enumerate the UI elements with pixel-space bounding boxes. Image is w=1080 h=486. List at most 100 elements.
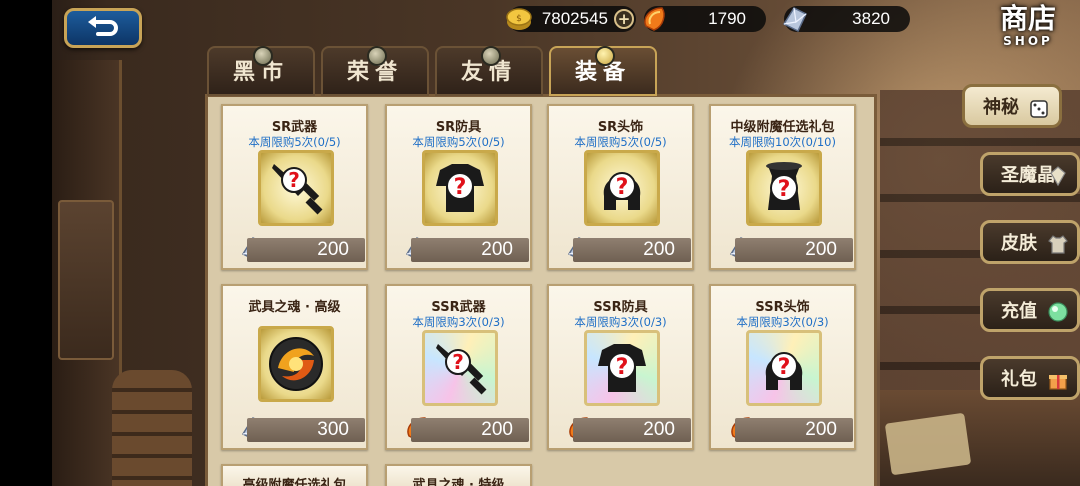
purchase-limit: 本周限购5次(0/5) — [412, 135, 505, 149]
item-name: 中级附魔任选礼包 — [730, 120, 835, 135]
price-value: 200 — [805, 239, 837, 260]
crystal-icon — [1050, 166, 1066, 187]
tab-knob-icon — [253, 46, 273, 66]
svg-text:?: ? — [454, 175, 467, 200]
item-frame: ? — [422, 150, 498, 226]
shop-title-cn: 商店 — [999, 2, 1056, 35]
soul-orb-icon — [269, 337, 323, 391]
side-menu-label: 皮肤 — [1001, 233, 1037, 254]
background-map — [884, 412, 972, 476]
tab-honor[interactable]: 荣誉 — [321, 46, 429, 96]
svg-text:?: ? — [288, 168, 300, 192]
item-frame: ? — [422, 330, 498, 406]
tab-knob-icon — [481, 46, 501, 66]
price-value: 200 — [481, 419, 513, 440]
armor-mystery-icon: ? — [436, 164, 484, 212]
item-name: SSR防具 — [593, 300, 648, 315]
svg-text:?: ? — [778, 355, 791, 380]
background-barrel — [112, 370, 192, 486]
item-name: 武具之魂 · 高级 — [248, 300, 341, 315]
helmet-mystery-icon: ? — [603, 172, 641, 210]
purchase-limit: 本周限购3次(0/3) — [574, 315, 667, 329]
side-menu-skin[interactable]: 皮肤 — [980, 220, 1080, 264]
price-value: 200 — [317, 239, 349, 260]
price-button[interactable]: 200 — [573, 238, 691, 262]
price-button[interactable]: 200 — [247, 238, 365, 262]
price-value: 200 — [643, 419, 675, 440]
item-name: SSR武器 — [431, 300, 486, 315]
purchase-limit: 本周限购5次(0/5) — [574, 135, 667, 149]
tab-friendship[interactable]: 友情 — [435, 46, 543, 96]
item-name: SR头饰 — [597, 120, 644, 135]
crystal-gem-icon — [782, 7, 807, 33]
shop-item-card[interactable]: 高级附魔任选礼包 — [221, 464, 368, 486]
price-value: 200 — [481, 239, 513, 260]
tab-knob-icon — [367, 46, 387, 66]
shop-item-card[interactable]: 中级附魔任选礼包 本周限购10次(0/10) ? 200 — [709, 104, 856, 270]
price-button[interactable]: 200 — [735, 418, 853, 442]
shirt-icon — [1048, 235, 1068, 254]
svg-text:?: ? — [616, 175, 629, 200]
armor-mystery-icon: ? — [598, 344, 646, 392]
price-button[interactable]: 200 — [735, 238, 853, 262]
side-menu-mystery[interactable]: 神秘 — [962, 84, 1062, 128]
helmet-mystery-icon: ? — [765, 352, 803, 390]
item-frame — [258, 326, 334, 402]
shop-item-card[interactable]: SSR头饰 本周限购3次(0/3) ? 200 — [709, 284, 856, 450]
shop-item-card[interactable]: SR头饰 本周限购5次(0/5) ? 200 — [547, 104, 694, 270]
item-name: SR防具 — [435, 120, 482, 135]
price-button[interactable]: 200 — [573, 418, 691, 442]
tab-black-market[interactable]: 黑市 — [207, 46, 315, 96]
return-arrow-icon — [88, 16, 118, 36]
item-frame: ? — [584, 150, 660, 226]
svg-text:?: ? — [616, 355, 629, 380]
shop-scene: $ 7802545 + 1790 3820 商店 SHOP 黑市 荣誉 友情 装… — [0, 0, 1080, 486]
ruby-gem-icon — [644, 7, 665, 31]
price-button[interactable]: 200 — [411, 418, 529, 442]
item-frame: ? — [746, 330, 822, 406]
price-button[interactable]: 300 — [247, 418, 365, 442]
shop-item-card[interactable]: SR防具 本周限购5次(0/5) ? 200 — [385, 104, 532, 270]
gold-coin-icon: $ — [506, 8, 532, 30]
tab-knob-icon — [595, 46, 615, 66]
item-name: SSR头饰 — [755, 300, 810, 315]
dice-icon — [1030, 100, 1048, 118]
side-menu-recharge[interactable]: 充值 — [980, 288, 1080, 332]
shop-item-card[interactable]: SSR防具 本周限购3次(0/3) ? 200 — [547, 284, 694, 450]
svg-text:$: $ — [516, 14, 522, 24]
item-frame: ? — [584, 330, 660, 406]
gift-icon — [1049, 375, 1067, 390]
crystal-display: 3820 — [782, 6, 910, 33]
side-menu-label: 礼包 — [1001, 369, 1037, 390]
price-value: 200 — [643, 239, 675, 260]
purchase-limit: 本周限购5次(0/5) — [248, 135, 341, 149]
shop-item-card[interactable]: SSR武器 本周限购3次(0/3) ? 200 — [385, 284, 532, 450]
side-menu-gift-pack[interactable]: 礼包 — [980, 356, 1080, 400]
item-frame: ? — [258, 150, 334, 226]
crystal-amount: 3820 — [852, 9, 890, 28]
item-name: SR武器 — [271, 120, 318, 135]
shop-item-card[interactable]: 武具之魂 · 特级 — [385, 464, 532, 486]
item-name: 高级附魔任选礼包 — [242, 478, 347, 486]
price-value: 300 — [317, 419, 349, 440]
tab-equipment[interactable]: 装备 — [549, 46, 657, 96]
gold-amount: 7802545 — [541, 9, 608, 28]
ruby-display: 1790 — [644, 6, 766, 32]
side-menu-label: 神秘 — [983, 97, 1019, 118]
back-button[interactable] — [64, 8, 142, 48]
screen-edge — [0, 0, 52, 486]
shop-item-card[interactable]: SR武器 本周限购5次(0/5) ? 200 — [221, 104, 368, 270]
shop-title: 商店 SHOP — [982, 4, 1074, 56]
purchase-limit: 本周限购3次(0/3) — [412, 315, 505, 329]
price-button[interactable]: 200 — [411, 238, 529, 262]
shop-item-card[interactable]: 武具之魂 · 高级 300 — [221, 284, 368, 450]
purchase-limit: 本周限购3次(0/3) — [736, 315, 829, 329]
purchase-limit: 本周限购10次(0/10) — [729, 135, 836, 149]
item-frame: ? — [746, 150, 822, 226]
side-menu-holy-crystal[interactable]: 圣魔晶 — [980, 152, 1080, 196]
scroll-mystery-icon: ? — [766, 162, 802, 210]
gem-icon — [1048, 302, 1068, 322]
item-name: 武具之魂 · 特级 — [412, 478, 505, 486]
background-sign — [58, 200, 114, 360]
add-gold-button[interactable]: + — [614, 9, 634, 29]
